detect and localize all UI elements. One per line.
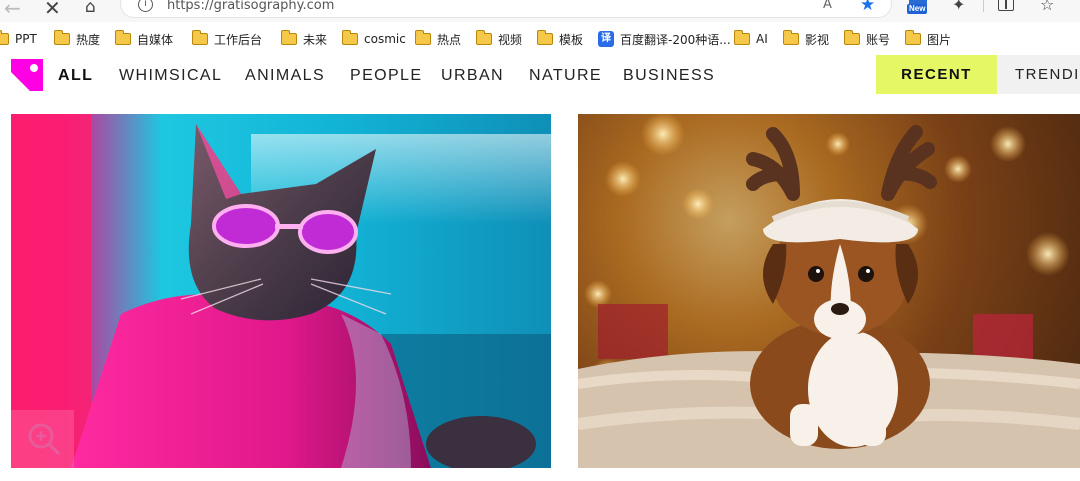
bookmark-tupian[interactable]: 图片: [905, 28, 965, 50]
back-icon[interactable]: ←: [4, 0, 21, 20]
folder-icon: [537, 30, 553, 45]
trending-tab[interactable]: TRENDING: [997, 55, 1080, 94]
bookmark-label: 热点: [437, 32, 462, 47]
bookmark-label: 模板: [559, 32, 584, 47]
favorites-icon[interactable]: ☆: [1040, 0, 1054, 14]
folder-icon: [192, 30, 208, 45]
toolbar-divider: [983, 0, 984, 12]
bookmark-label: 热度: [76, 32, 101, 47]
folder-icon: [115, 30, 131, 45]
zoom-icon[interactable]: [24, 419, 64, 459]
gratisography-logo[interactable]: [11, 59, 43, 91]
bookmark-zhanghao[interactable]: 账号: [844, 28, 905, 50]
bookmark-label: 图片: [927, 32, 952, 47]
recent-tab[interactable]: RECENT: [876, 55, 997, 94]
bookmark-label: 自媒体: [137, 32, 174, 47]
zoom-overlay[interactable]: [11, 410, 74, 468]
bookmark-label: PPT: [15, 32, 37, 46]
bookmark-baidu-fanyi[interactable]: 译百度翻译-200种语...: [598, 28, 734, 50]
read-aloud-icon[interactable]: Aˆ: [823, 0, 838, 12]
folder-icon: [783, 30, 799, 45]
category-animals[interactable]: ANIMALS: [245, 67, 325, 85]
bookmark-label: AI: [756, 32, 768, 46]
bookmark-muban[interactable]: 模板: [537, 28, 598, 50]
bookmark-gongzuohoutai[interactable]: 工作后台: [192, 28, 281, 50]
cat-illustration: [11, 114, 551, 468]
bookmark-weilai[interactable]: 未来: [281, 28, 342, 50]
bookmark-ai[interactable]: AI: [734, 28, 783, 50]
bookmark-ppt[interactable]: PPT: [0, 28, 54, 50]
bookmark-label: 影视: [805, 32, 830, 47]
folder-icon: [844, 30, 860, 45]
browser-toolbar: ← ✕ ⌂ i https://gratisography.com Aˆ ★ N…: [0, 0, 1080, 22]
category-all[interactable]: ALL: [58, 67, 93, 85]
folder-icon: [342, 30, 358, 45]
bookmark-yingshi[interactable]: 影视: [783, 28, 844, 50]
puppy-illustration: [578, 114, 1080, 468]
close-icon[interactable]: ✕: [44, 0, 61, 20]
folder-icon: [281, 30, 297, 45]
folder-icon: [54, 30, 70, 45]
url-text[interactable]: https://gratisography.com: [167, 0, 334, 13]
folder-icon: [415, 30, 431, 45]
folder-icon: [476, 30, 492, 45]
bookmark-redu[interactable]: 热度: [54, 28, 115, 50]
bookmark-cosmic[interactable]: cosmic: [342, 28, 415, 50]
category-urban[interactable]: URBAN: [441, 67, 504, 85]
new-app-icon[interactable]: New: [907, 0, 931, 18]
category-nature[interactable]: NATURE: [529, 67, 602, 85]
split-screen-icon[interactable]: [998, 0, 1014, 11]
bookmark-zimeiti[interactable]: 自媒体: [115, 28, 192, 50]
folder-icon: [905, 30, 921, 45]
bookmark-label: 视频: [498, 32, 523, 47]
new-badge: New: [907, 4, 928, 14]
photo-puppy-antlers[interactable]: [578, 114, 1080, 468]
photo-cat-sunglasses[interactable]: [11, 114, 551, 468]
site-navigation: ALL WHIMSICAL ANIMALS PEOPLE URBAN NATUR…: [0, 54, 1080, 96]
bookmark-label: 百度翻译-200种语...: [620, 32, 731, 47]
translate-icon: 译: [598, 31, 614, 47]
bookmark-redian[interactable]: 热点: [415, 28, 476, 50]
bookmark-label: cosmic: [364, 32, 406, 46]
favorite-star-icon[interactable]: ★: [860, 0, 875, 15]
folder-icon: [734, 30, 750, 45]
category-business[interactable]: BUSINESS: [623, 67, 715, 85]
bookmark-label: 未来: [303, 32, 328, 47]
bookmark-label: 账号: [866, 32, 891, 47]
extensions-icon[interactable]: ✦: [952, 0, 965, 14]
bookmark-label: 工作后台: [214, 32, 263, 47]
bookmark-shipin[interactable]: 视频: [476, 28, 537, 50]
folder-icon: [0, 30, 9, 45]
bookmarks-bar: PPT 热度 自媒体 工作后台 未来 cosmic 热点 视频 模板 译百度翻译…: [0, 27, 1080, 51]
category-whimsical[interactable]: WHIMSICAL: [119, 67, 222, 85]
home-icon[interactable]: ⌂: [85, 0, 96, 17]
category-people[interactable]: PEOPLE: [350, 67, 422, 85]
